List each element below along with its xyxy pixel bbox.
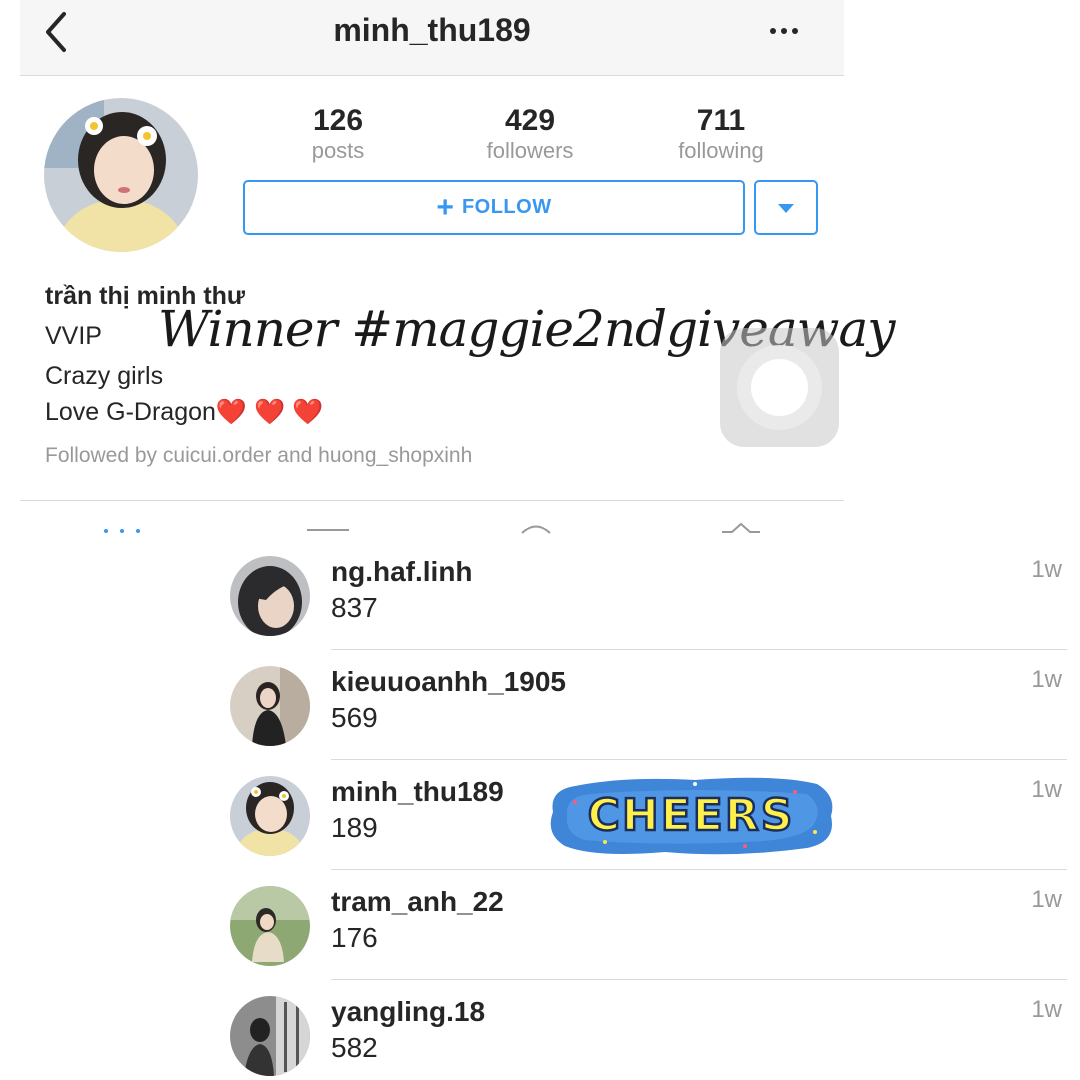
bio-line-2: Crazy girls bbox=[45, 362, 164, 390]
more-options-icon[interactable] bbox=[770, 28, 810, 40]
profile-screenshot: minh_thu189 126 posts 429 followers 711 … bbox=[0, 0, 1080, 540]
comment-text: 569 bbox=[331, 702, 378, 733]
profile-avatar[interactable] bbox=[44, 98, 198, 252]
comment-username[interactable]: yangling.18 bbox=[331, 996, 485, 1028]
posts-label: posts bbox=[311, 138, 365, 163]
avatar[interactable] bbox=[230, 996, 310, 1076]
tab-divider bbox=[20, 500, 844, 501]
comment-timestamp: 1w bbox=[1031, 556, 1062, 583]
comment-username[interactable]: minh_thu189 bbox=[331, 776, 504, 808]
comment-timestamp: 1w bbox=[1031, 886, 1062, 913]
following-stat[interactable]: 711 following bbox=[641, 104, 801, 164]
followers-stat[interactable]: 429 followers bbox=[450, 104, 610, 164]
list-item[interactable]: yangling.18 582 1w bbox=[228, 980, 1080, 1080]
assistive-touch-button[interactable] bbox=[720, 328, 839, 447]
followed-by-text[interactable]: Followed by cuicui.order and huong_shopx… bbox=[45, 444, 472, 468]
avatar[interactable] bbox=[230, 556, 310, 636]
comment-text: 837 bbox=[331, 592, 378, 623]
cheers-sticker: CHEERS bbox=[550, 777, 833, 855]
comment-username[interactable]: tram_anh_22 bbox=[331, 886, 504, 918]
list-item[interactable]: tram_anh_22 176 1w bbox=[228, 870, 1080, 980]
comment-text: 189 bbox=[331, 812, 378, 843]
list-item[interactable]: kieuuoanhh_1905 569 1w bbox=[228, 650, 1080, 760]
following-label: following bbox=[678, 138, 764, 163]
grid-view-tab-icon[interactable] bbox=[100, 526, 144, 534]
avatar[interactable] bbox=[230, 886, 310, 966]
posts-stat: 126 posts bbox=[258, 104, 418, 164]
avatar[interactable] bbox=[230, 776, 310, 856]
cheers-sticker-text: CHEERS bbox=[588, 790, 795, 841]
bio-line-3: Love G-Dragon❤️ ❤️ ❤️ bbox=[45, 398, 324, 426]
comment-text: 582 bbox=[331, 1032, 378, 1063]
followers-count: 429 bbox=[504, 104, 556, 137]
follow-button[interactable]: + FOLLOW bbox=[243, 180, 745, 235]
comment-text: 176 bbox=[331, 922, 378, 953]
plus-icon: + bbox=[436, 190, 454, 224]
following-count: 711 bbox=[696, 104, 746, 137]
comment-timestamp: 1w bbox=[1031, 996, 1062, 1023]
caret-down-icon bbox=[778, 204, 794, 213]
list-item[interactable]: ng.haf.linh 837 1w bbox=[228, 540, 1080, 650]
avatar[interactable] bbox=[230, 666, 310, 746]
suggestions-dropdown-button[interactable] bbox=[754, 180, 818, 235]
tagged-tab-icon[interactable] bbox=[718, 522, 764, 534]
page-title: minh_thu189 bbox=[333, 12, 531, 48]
comment-timestamp: 1w bbox=[1031, 666, 1062, 693]
comment-timestamp: 1w bbox=[1031, 776, 1062, 803]
location-tab-icon[interactable] bbox=[518, 524, 554, 534]
follow-button-label: FOLLOW bbox=[461, 196, 552, 218]
list-view-tab-icon[interactable] bbox=[305, 527, 351, 533]
comment-username[interactable]: ng.haf.linh bbox=[331, 556, 473, 588]
followers-label: followers bbox=[486, 138, 574, 163]
bio-line-1: VVIP bbox=[45, 322, 102, 350]
comment-username[interactable]: kieuuoanhh_1905 bbox=[331, 666, 566, 698]
posts-count: 126 bbox=[312, 104, 364, 137]
